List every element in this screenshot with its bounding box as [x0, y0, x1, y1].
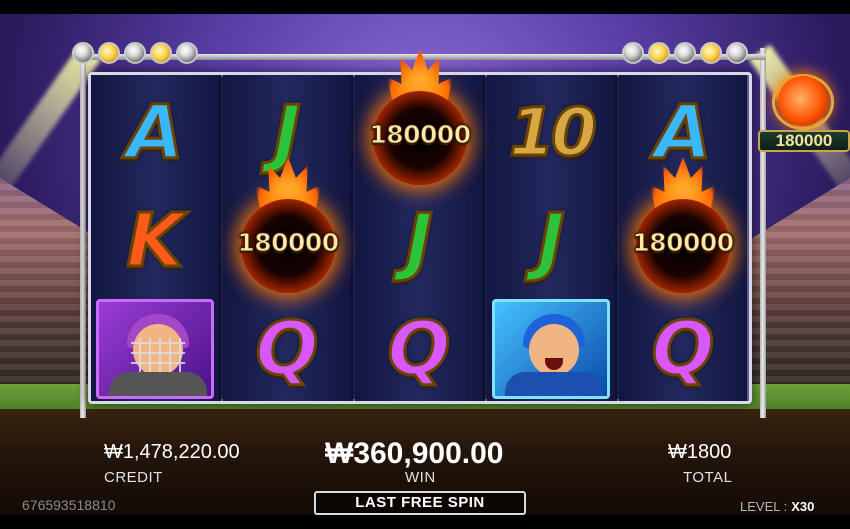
- level-value: X30: [791, 499, 815, 514]
- reel-cell: 10: [487, 79, 615, 187]
- symbol-10: 10: [508, 94, 599, 171]
- bulb-icon: [648, 42, 670, 64]
- reel-cell: [91, 295, 219, 403]
- symbol-q: Q: [650, 306, 716, 392]
- reel-cell: Q: [355, 295, 483, 403]
- bulb-icon: [622, 42, 644, 64]
- side-jackpot: 180000: [758, 72, 850, 156]
- light-bar-left: [72, 42, 198, 64]
- bulb-icon: [176, 42, 198, 64]
- symbol-q: Q: [254, 306, 320, 392]
- fireball-value: 180000: [237, 227, 340, 257]
- symbol-j: J: [536, 198, 566, 284]
- symbol-j: J: [404, 198, 434, 284]
- game-stage: A K J Q J Q 10 J A Q 180000 180000 18000…: [0, 14, 850, 515]
- bulb-icon: [674, 42, 696, 64]
- reel-cell: K: [91, 187, 219, 295]
- bulb-icon: [98, 42, 120, 64]
- symbol-a: A: [125, 90, 185, 176]
- fireball-symbol: 180000: [361, 49, 479, 193]
- catcher-character-symbol: [96, 299, 214, 399]
- reel-cell: J: [355, 187, 483, 295]
- reel-4: 10 J: [487, 75, 617, 401]
- body-shape: [505, 372, 603, 396]
- bulb-icon: [700, 42, 722, 64]
- bulb-icon: [72, 42, 94, 64]
- bulb-icon: [726, 42, 748, 64]
- bottom-panel: ₩1,478,220.00 CREDIT ₩360,900.00 WIN ₩18…: [0, 429, 850, 515]
- win-label: WIN: [405, 469, 436, 486]
- fireball-symbol: 180000: [229, 157, 347, 301]
- round-id: 676593518810: [22, 497, 116, 513]
- level-indicator: LEVEL : X30: [740, 499, 814, 514]
- reel-cell: Q: [619, 295, 747, 403]
- symbol-k: K: [125, 198, 185, 284]
- win-value: ₩360,900.00: [325, 437, 504, 470]
- fireball-value: 180000: [632, 227, 735, 257]
- bulb-icon: [150, 42, 172, 64]
- credit-label: CREDIT: [104, 469, 163, 486]
- reels-frame: A K J Q J Q 10 J A Q 180000 180000 18000…: [88, 49, 752, 404]
- total-bet-value: ₩1800: [668, 441, 732, 463]
- reel-cell: Q: [223, 295, 351, 403]
- light-bar-right: [622, 42, 748, 64]
- side-jackpot-value: 180000: [758, 130, 850, 152]
- total-bet-label: TOTAL: [683, 469, 733, 486]
- pitcher-character-symbol: [492, 299, 610, 399]
- reel-cell: [487, 295, 615, 403]
- frame-post-left: [80, 48, 86, 418]
- reel-cell: A: [91, 79, 219, 187]
- level-label: LEVEL :: [740, 499, 788, 514]
- reel-1: A K: [91, 75, 221, 401]
- catcher-mask-icon: [131, 338, 185, 372]
- fireball-icon: [778, 76, 828, 126]
- fireball-symbol: 180000: [624, 157, 742, 301]
- fireball-value: 180000: [369, 119, 472, 149]
- last-free-spin-button[interactable]: LAST FREE SPIN: [314, 491, 526, 515]
- bulb-icon: [124, 42, 146, 64]
- symbol-q: Q: [386, 306, 452, 392]
- credit-value: ₩1,478,220.00: [104, 441, 240, 463]
- symbol-j: J: [272, 90, 302, 176]
- body-shape: [109, 372, 207, 396]
- reel-cell: J: [487, 187, 615, 295]
